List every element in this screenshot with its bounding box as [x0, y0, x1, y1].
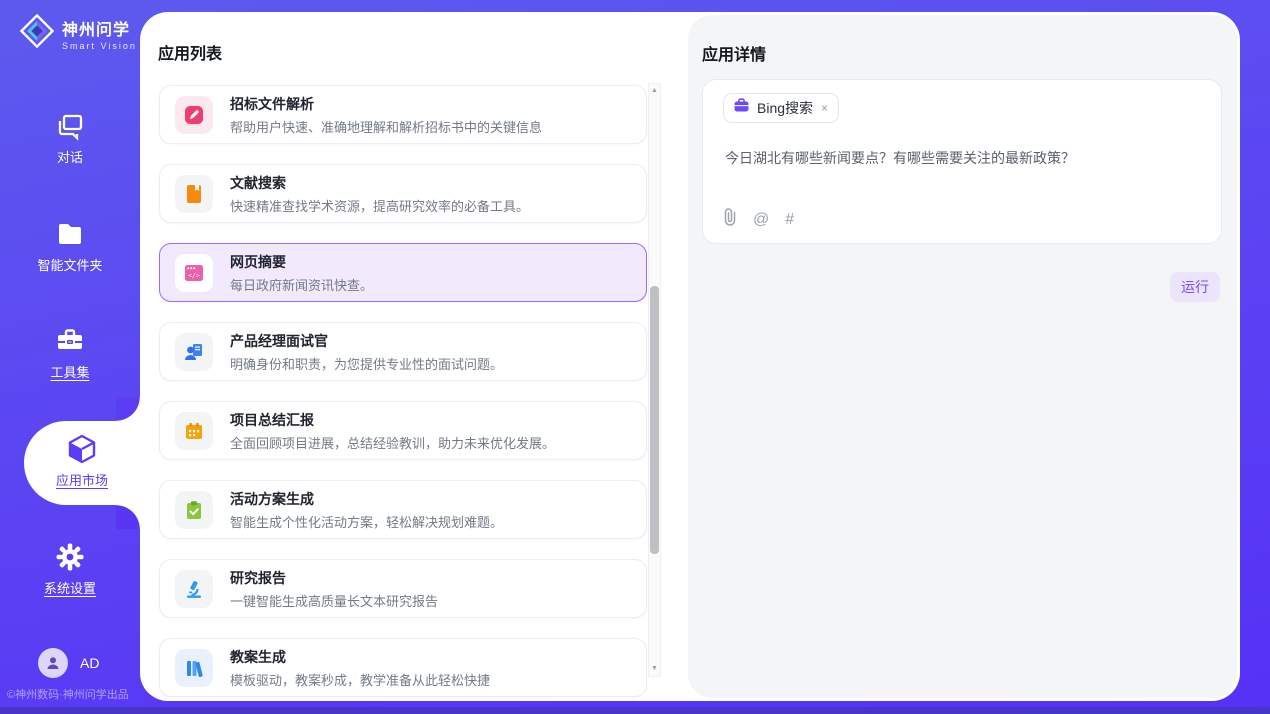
gear-icon [55, 542, 85, 572]
app-card-research-report[interactable]: 研究报告 一键智能生成高质量长文本研究报告 [159, 559, 647, 618]
sidebar-item-chat[interactable]: 对话 [0, 111, 140, 167]
book-icon [175, 175, 213, 213]
app-card-bid-parse[interactable]: 招标文件解析 帮助用户快速、准确地理解和解析招标书中的关键信息 [159, 85, 647, 144]
app-card-title: 教案生成 [230, 647, 490, 667]
tool-chip-bing-search[interactable]: Bing搜索 × [723, 93, 839, 123]
app-card-literature-search[interactable]: 文献搜索 快速精准查找学术资源，提高研究效率的必备工具。 [159, 164, 647, 223]
edit-document-icon [175, 96, 213, 134]
app-card-title: 项目总结汇报 [230, 410, 555, 430]
sidebar: 神州问学 Smart Vision 对话 智能文件夹 [0, 0, 140, 714]
web-code-icon: </> [175, 254, 213, 292]
sidebar-item-app-market[interactable]: 应用市场 [24, 421, 140, 505]
app-card-desc: 智能生成个性化活动方案，轻松解决规划难题。 [230, 512, 503, 531]
app-card-web-summary[interactable]: </> 网页摘要 每日政府新闻资讯快查。 [159, 243, 647, 302]
attachment-toolbar: @ # [723, 208, 794, 231]
microscope-icon [175, 570, 213, 608]
app-detail-panel: 应用详情 Bing搜索 × 今日湖北有哪些新闻要点？有哪些需要关注的最新政策？ [688, 15, 1237, 698]
avatar [38, 648, 68, 678]
books-icon [175, 649, 213, 687]
bottom-edge-strip [0, 707, 1270, 714]
chat-icon [55, 111, 85, 141]
toolbox-icon [55, 326, 85, 356]
briefcase-icon [733, 97, 750, 119]
app-card-title: 活动方案生成 [230, 489, 503, 509]
app-card-title: 研究报告 [230, 568, 438, 588]
close-icon[interactable]: × [820, 101, 829, 115]
app-card-desc: 全面回顾项目进展，总结经验教训，助力未来优化发展。 [230, 433, 555, 452]
user-initials: AD [80, 655, 99, 671]
app-card-title: 网页摘要 [230, 252, 373, 272]
scroll-down-icon[interactable]: ▼ [649, 662, 660, 676]
hash-icon[interactable]: # [785, 211, 794, 229]
at-icon[interactable]: @ [753, 211, 769, 229]
app-card-project-summary[interactable]: 项目总结汇报 全面回顾项目进展，总结经验教训，助力未来优化发展。 [159, 401, 647, 460]
calendar-icon [175, 412, 213, 450]
user-account[interactable]: AD [38, 648, 99, 678]
sidebar-item-label: 应用市场 [56, 473, 108, 488]
app-card-desc: 每日政府新闻资讯快查。 [230, 275, 373, 294]
app-card-desc: 快速精准查找学术资源，提高研究效率的必备工具。 [230, 196, 529, 215]
brand-name: 神州问学 [62, 16, 137, 40]
scrollbar-thumb[interactable] [650, 286, 659, 554]
clipboard-check-icon [175, 491, 213, 529]
brand-subtitle: Smart Vision [62, 41, 137, 51]
app-card-title: 文献搜索 [230, 173, 529, 193]
copyright-footer: ©神州数码·神州问学出品 [7, 686, 129, 702]
app-detail-title: 应用详情 [702, 41, 766, 65]
sidebar-item-label: 智能文件夹 [37, 258, 102, 273]
folder-icon [55, 219, 85, 249]
app-card-event-plan[interactable]: 活动方案生成 智能生成个性化活动方案，轻松解决规划难题。 [159, 480, 647, 539]
app-card-desc: 模板驱动，教案秒成，教学准备从此轻松快捷 [230, 670, 490, 689]
gem-logo-icon [20, 14, 54, 53]
app-card-desc: 一键智能生成高质量长文本研究报告 [230, 591, 438, 610]
sidebar-item-settings[interactable]: 系统设置 [0, 542, 140, 598]
sidebar-item-smart-folder[interactable]: 智能文件夹 [0, 219, 140, 275]
app-list-title: 应用列表 [158, 40, 222, 64]
scroll-up-icon[interactable]: ▲ [649, 84, 660, 98]
tool-chip-label: Bing搜索 [757, 98, 813, 118]
brand-logo[interactable]: 神州问学 Smart Vision [20, 14, 137, 53]
main-content: 应用列表 招标文件解析 帮助用户快速、准确地理解和解析招标书中的关键信息 [140, 12, 1240, 701]
app-card-lesson-plan[interactable]: 教案生成 模板驱动，教案秒成，教学准备从此轻松快捷 [159, 638, 647, 697]
app-card-title: 产品经理面试官 [230, 331, 503, 351]
app-card-desc: 帮助用户快速、准确地理解和解析招标书中的关键信息 [230, 117, 542, 136]
query-input[interactable]: 今日湖北有哪些新闻要点？有哪些需要关注的最新政策？ [725, 148, 1201, 168]
svg-text:</>: </> [188, 271, 200, 279]
cube-icon [66, 433, 98, 465]
sidebar-item-label: 工具集 [50, 365, 89, 380]
sidebar-item-toolbox[interactable]: 工具集 [0, 326, 140, 382]
app-list-scrollbar[interactable]: ▲ ▼ [648, 83, 661, 677]
paperclip-icon[interactable] [723, 208, 737, 231]
app-card-pm-interviewer[interactable]: 产品经理面试官 明确身份和职责，为您提供专业性的面试问题。 [159, 322, 647, 381]
run-button[interactable]: 运行 [1170, 272, 1220, 302]
sidebar-item-label: 系统设置 [44, 581, 96, 596]
interviewer-icon [175, 333, 213, 371]
app-card-desc: 明确身份和职责，为您提供专业性的面试问题。 [230, 354, 503, 373]
app-list: 招标文件解析 帮助用户快速、准确地理解和解析招标书中的关键信息 文献搜索 快速精… [159, 85, 647, 697]
app-card-title: 招标文件解析 [230, 94, 542, 114]
prompt-input-card[interactable]: Bing搜索 × 今日湖北有哪些新闻要点？有哪些需要关注的最新政策？ @ # [702, 79, 1222, 244]
sidebar-item-label: 对话 [57, 150, 83, 165]
